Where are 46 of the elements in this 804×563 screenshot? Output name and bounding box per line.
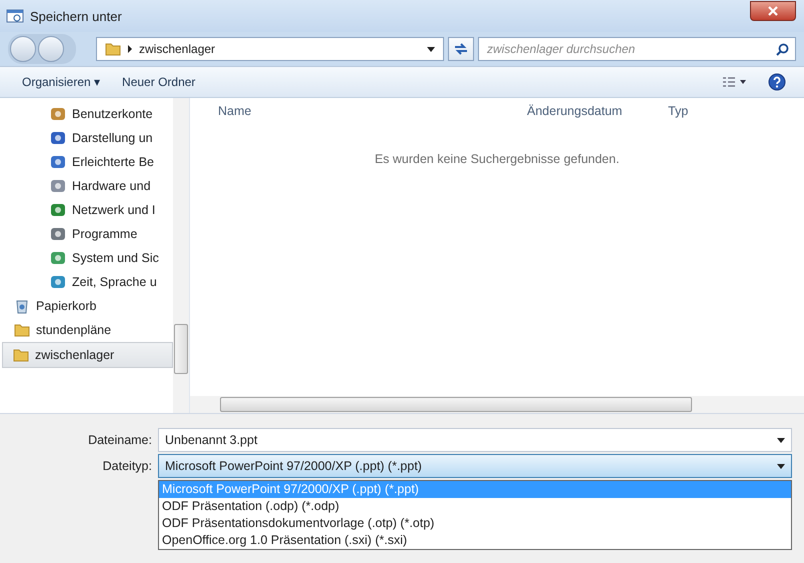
trash-icon [14,298,30,314]
nav-item[interactable]: stundenpläne [12,318,173,342]
nav-item[interactable]: Erleichterte Be [12,150,173,174]
nav-item[interactable]: System und Sic [12,246,173,270]
nav-item[interactable]: Benutzerkonte [12,102,173,126]
filename-field[interactable]: Unbenannt 3.ppt [158,428,792,452]
address-field[interactable]: zwischenlager [96,37,444,61]
filetype-label: Dateityp: [102,458,152,473]
nav-item[interactable]: Programme [12,222,173,246]
nav-item[interactable]: zwischenlager [2,342,173,368]
close-icon [768,6,778,16]
help-icon [768,73,786,91]
folder-icon [14,322,30,338]
folder-icon [13,347,29,363]
search-input[interactable]: zwischenlager durchsuchen [485,41,776,57]
scrollbar[interactable] [190,396,804,413]
filetype-dropdown[interactable]: Microsoft PowerPoint 97/2000/XP (.ppt) (*.ppt) [158,454,792,478]
nav-item[interactable]: Darstellung un [12,126,173,150]
chevron-right-icon [127,45,133,53]
column-header[interactable]: Typ [668,104,688,118]
new-folder-button[interactable]: Neuer Ordner [118,73,200,91]
dropdown-arrow-icon [777,464,785,468]
organize-menu[interactable]: Organisieren ▾ [18,73,104,91]
window-title: Speichern unter [30,8,122,24]
search-field[interactable]: zwischenlager durchsuchen [478,37,796,61]
window-icon [6,9,24,23]
dropdown-option[interactable]: ODF Präsentationsdokumentvorlage (.otp) (*.otp) [159,515,791,532]
dropdown-arrow-icon [427,46,435,52]
close-button[interactable] [750,1,796,21]
filename-label: Dateiname: [87,432,152,447]
empty-message: Es wurden keine Suchergebnisse gefunden. [374,152,620,166]
dropdown-option[interactable]: OpenOffice.org 1.0 Präsentation (.sxi) (*.sxi) [159,532,791,549]
folder-icon [105,41,121,57]
nav-item[interactable]: Hardware und [12,174,173,198]
nav-item[interactable]: Netzwerk und I [12,198,173,222]
refresh-button[interactable] [448,37,474,61]
search-icon [776,42,789,56]
dropdown-arrow-icon [777,438,785,442]
scrollbar[interactable] [173,98,189,413]
refresh-icon [453,42,469,56]
dropdown-option[interactable]: ODF Präsentation (.odp) (*.odp) [159,498,791,515]
nav-item[interactable]: Zeit, Sprache u [12,270,173,294]
column-header[interactable]: Name [218,104,252,118]
nav-item[interactable]: Papierkorb [12,294,173,318]
view-list-icon [722,77,746,87]
column-header[interactable]: Änderungsdatum [527,104,622,118]
